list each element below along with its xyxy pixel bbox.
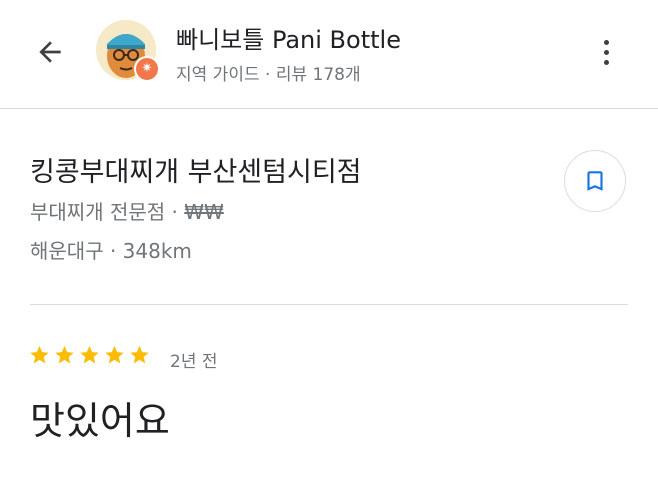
place-category: 부대찌개 전문점 · ₩₩ xyxy=(30,196,224,225)
local-guide-star-icon: ✷ xyxy=(134,56,160,82)
more-options-button[interactable] xyxy=(586,30,626,74)
star-rating xyxy=(28,344,151,366)
arrow-left-icon xyxy=(39,41,61,63)
place-category-label: 부대찌개 전문점 · xyxy=(30,200,185,224)
divider xyxy=(30,304,628,305)
star-icon xyxy=(55,345,74,364)
save-button[interactable] xyxy=(564,150,626,212)
reviewer-avatar-wrap[interactable]: ✷ xyxy=(96,20,160,84)
place-name[interactable]: 킹콩부대찌개 부산센텀시티점 xyxy=(30,150,362,189)
back-button[interactable] xyxy=(28,30,72,74)
star-icon xyxy=(105,345,124,364)
price-level: ₩₩ xyxy=(184,200,224,224)
bookmark-icon xyxy=(587,171,603,191)
review-text: 맛있어요 xyxy=(30,399,170,443)
place-location: 해운대구 · 348km xyxy=(30,239,192,263)
star-icon xyxy=(30,345,49,364)
reviewer-header: ✷ 빠니보틀 Pani Bottle 지역 가이드 · 리뷰 178개 xyxy=(0,0,658,109)
star-icon xyxy=(130,345,149,364)
more-vertical-icon xyxy=(603,39,609,45)
review-date: 2년 전 xyxy=(170,352,218,372)
reviewer-name[interactable]: 빠니보틀 Pani Bottle xyxy=(176,20,401,55)
star-icon xyxy=(80,345,99,364)
reviewer-meta: 지역 가이드 · 리뷰 178개 xyxy=(176,65,361,85)
